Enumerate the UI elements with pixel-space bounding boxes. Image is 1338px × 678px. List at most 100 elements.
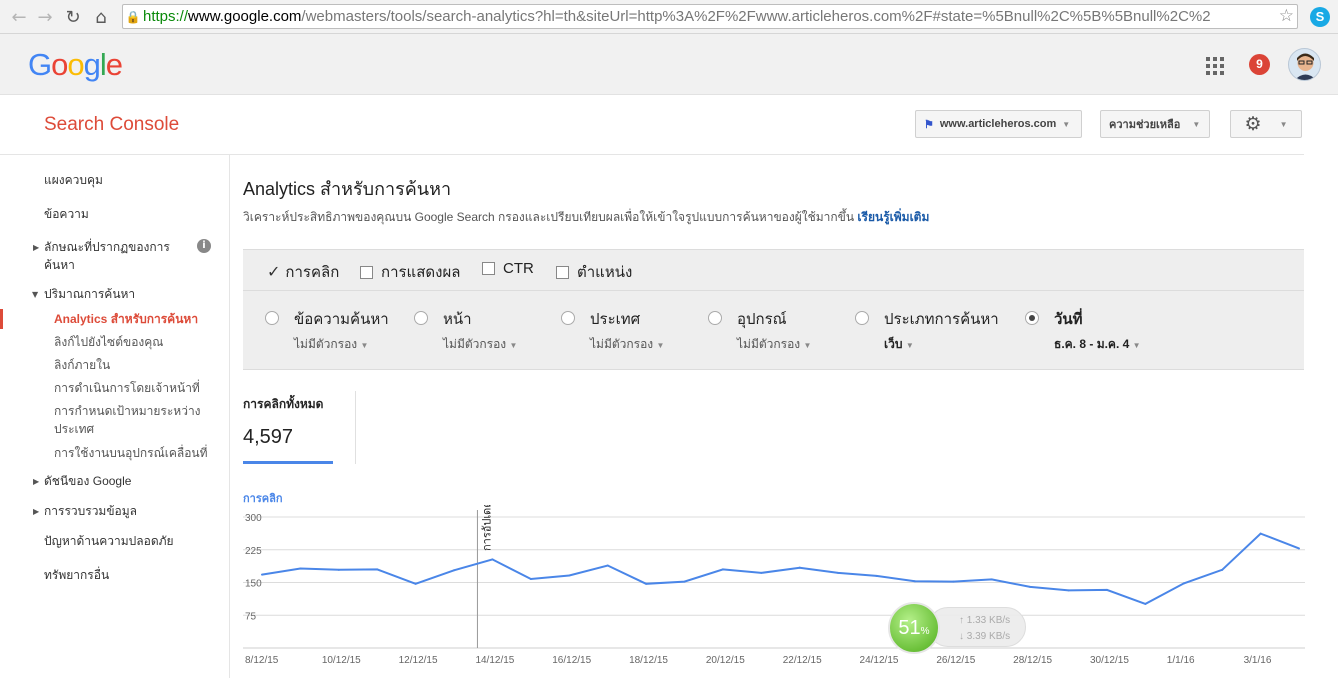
radio-button[interactable]: [708, 311, 722, 325]
y-tick-label: 300: [245, 513, 262, 524]
y-tick-label: 150: [245, 579, 262, 590]
data-point: [1182, 582, 1185, 585]
data-point: [1067, 589, 1070, 592]
data-point: [568, 574, 571, 577]
back-icon[interactable]: ←: [6, 4, 32, 30]
chevron-down-icon: ▼: [656, 341, 665, 350]
skype-icon[interactable]: S: [1310, 7, 1330, 27]
clicks-line-chart[interactable]: 300 225 150 75 การอัปเดต 8/12/15 10/12/15 12/12…: [243, 505, 1305, 677]
x-tick-label: 18/12/15: [629, 655, 668, 666]
bookmark-star-icon[interactable]: ☆: [1279, 6, 1294, 26]
expand-arrow-icon[interactable]: ▶: [33, 243, 39, 252]
data-point: [299, 567, 302, 570]
chevron-down-icon: ▼: [803, 341, 812, 350]
dimension-filter[interactable]: ไม่มีตัวกรอง ▼: [737, 335, 811, 354]
chevron-down-icon: ▼: [1279, 119, 1288, 129]
reload-icon[interactable]: ↻: [60, 4, 86, 30]
x-tick-label: 8/12/15: [245, 655, 279, 666]
metric-impressions-label: การแสดงผล: [381, 264, 461, 281]
dimension-filter[interactable]: ไม่มีตัวกรอง ▼: [443, 335, 517, 354]
sidebar-item-dashboard[interactable]: แผงควบคุม: [44, 171, 103, 189]
forward-icon[interactable]: →: [32, 4, 58, 30]
radio-button[interactable]: [265, 311, 279, 325]
google-bar: Google 9: [0, 34, 1338, 95]
avatar[interactable]: [1288, 48, 1321, 81]
metric-ctr-label: CTR: [503, 260, 534, 277]
dimension-label: หน้า: [443, 311, 472, 328]
data-point: [261, 573, 263, 576]
sidebar-item-security-issues[interactable]: ปัญหาด้านความปลอดภัย: [44, 532, 174, 550]
sidebar-item-manual-actions[interactable]: การดำเนินการโดยเจ้าหน้าที่: [54, 379, 200, 397]
radio-button[interactable]: [414, 311, 428, 325]
down-arrow-icon: ↓: [959, 631, 964, 642]
sidebar-item-search-traffic[interactable]: ปริมาณการค้นหา: [44, 285, 135, 303]
sidebar-item-links-to-site[interactable]: ลิงก์ไปยังไซต์ของคุณ: [54, 333, 163, 351]
checkmark-icon: ✓: [267, 264, 281, 281]
site-selector-label: www.articleheros.com: [939, 118, 1057, 130]
dimension-filter[interactable]: ธ.ค. 8 - ม.ค. 4 ▼: [1054, 335, 1141, 354]
dimension-filter[interactable]: ไม่มีตัวกรอง ▼: [590, 335, 664, 354]
data-point: [875, 574, 878, 577]
radio-button[interactable]: [1025, 311, 1039, 325]
checkbox-icon: [556, 265, 569, 279]
notification-badge[interactable]: 9: [1249, 54, 1270, 75]
clicks-series-line: [261, 532, 1300, 605]
x-tick-label: 20/12/15: [706, 655, 745, 666]
data-point: [1105, 588, 1108, 591]
settings-button[interactable]: ⚙ ▼: [1230, 110, 1302, 138]
metric-ctr[interactable]: CTR: [482, 260, 534, 277]
sidebar-item-google-index[interactable]: ดัชนีของ Google: [44, 472, 131, 490]
sidebar-item-internal-links[interactable]: ลิงก์ภายใน: [54, 356, 110, 374]
help-button[interactable]: ความช่วยเหลือ ▼: [1100, 110, 1210, 138]
header-divider: [0, 154, 1304, 155]
home-icon[interactable]: ⌂: [88, 4, 114, 30]
speed-percent-ball: 51%: [888, 602, 940, 654]
x-tick-label: 10/12/15: [322, 655, 361, 666]
dimension-label: ประเทศ: [590, 311, 641, 328]
sidebar-item-messages[interactable]: ข้อความ: [44, 205, 89, 223]
radio-button[interactable]: [855, 311, 869, 325]
download-speed-value: 3.39 KB/s: [966, 631, 1011, 642]
google-logo[interactable]: Google: [28, 47, 123, 83]
apps-grid-icon[interactable]: [1206, 57, 1224, 75]
expand-arrow-icon[interactable]: ▶: [33, 507, 39, 516]
expand-arrow-icon[interactable]: ▶: [33, 477, 39, 486]
metric-position[interactable]: ตำแหน่ง: [556, 260, 632, 284]
upload-speed: ↑ 1.33 KB/s: [959, 613, 1025, 629]
dimension-filter[interactable]: เว็บ ▼: [884, 335, 914, 354]
url-path: /webmasters/tools/search-analytics?hl=th…: [301, 8, 1211, 25]
data-point: [1144, 602, 1147, 605]
address-bar[interactable]: 🔒 https://www.google.com/webmasters/tool…: [122, 4, 1298, 29]
browser-toolbar: ← → ↻ ⌂ 🔒 https://www.google.com/webmast…: [0, 0, 1338, 34]
sidebar-item-mobile-usability[interactable]: การใช้งานบนอุปกรณ์เคลื่อนที่: [54, 444, 208, 462]
sidebar-item-intl-targeting[interactable]: การกำหนดเป้าหมายระหว่างประเทศ: [54, 402, 209, 438]
dimension-filter[interactable]: ไม่มีตัวกรอง ▼: [294, 335, 368, 354]
collapse-arrow-icon[interactable]: ▼: [32, 290, 38, 299]
site-selector[interactable]: ⚑ www.articleheros.com ▼: [915, 110, 1082, 138]
chevron-down-icon: ▼: [905, 341, 914, 350]
url-scheme: https://: [143, 8, 189, 25]
url-host: www.google.com: [188, 8, 302, 25]
sidebar-item-search-appearance[interactable]: ลักษณะที่ปรากฏของการค้นหา: [44, 238, 184, 274]
data-point: [491, 558, 494, 561]
dimension-label: วันที่: [1054, 311, 1083, 328]
metric-clicks[interactable]: ✓ การคลิก: [267, 260, 339, 284]
chevron-down-icon: ▼: [1192, 119, 1201, 129]
up-arrow-icon: ↑: [959, 615, 964, 626]
data-point: [606, 564, 609, 567]
learn-more-link[interactable]: เรียนรู้เพิ่มเติม: [857, 210, 929, 224]
sidebar-item-crawl[interactable]: การรวบรวมข้อมูล: [44, 502, 137, 520]
info-icon[interactable]: i: [197, 239, 211, 253]
total-clicks-value: 4,597: [243, 426, 294, 448]
metric-impressions[interactable]: การแสดงผล: [360, 260, 460, 284]
sidebar-item-other-resources[interactable]: ทรัพยากรอื่น: [44, 566, 109, 584]
data-point: [990, 578, 993, 581]
radio-button[interactable]: [561, 311, 575, 325]
speed-percent-sign: %: [920, 626, 930, 637]
sidebar-item-search-analytics[interactable]: Analytics สำหรับการค้นหา: [54, 310, 198, 328]
flag-icon: ⚑: [924, 118, 934, 131]
search-console-brand[interactable]: Search Console: [44, 114, 179, 136]
total-clicks-label: การคลิกทั้งหมด: [243, 397, 324, 411]
page-description: วิเคราะห์ประสิทธิภาพของคุณบน Google Sear…: [243, 208, 929, 227]
x-tick-label: 1/1/16: [1167, 655, 1195, 666]
